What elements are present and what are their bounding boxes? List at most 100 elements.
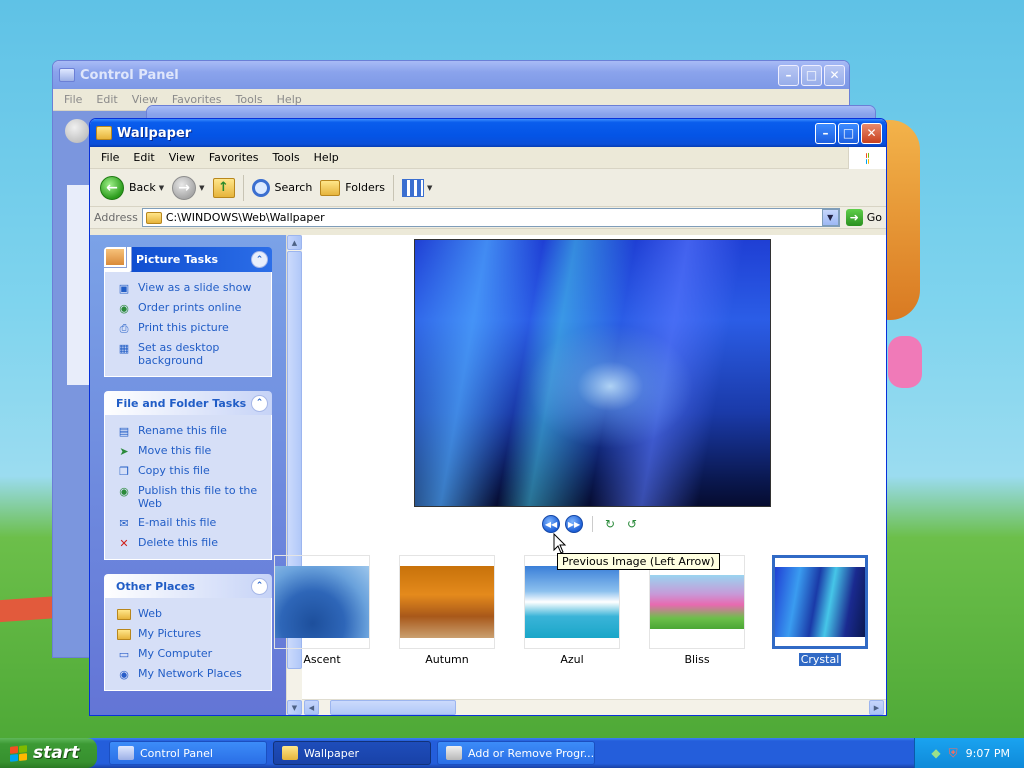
thumb-image [775,567,865,637]
task-order-prints[interactable]: ◉ Order prints online [116,298,271,318]
back-dropdown-icon[interactable]: ▼ [159,184,164,192]
thumbnail-autumn[interactable] [399,555,495,649]
folder-icon [282,746,298,760]
task-label: Print this picture [138,321,229,334]
place-my-network[interactable]: ◉ My Network Places [116,664,271,684]
place-label: Web [138,607,162,620]
menu-file[interactable]: File [94,149,126,166]
maximize-button[interactable]: □ [801,64,822,86]
task-publish[interactable]: ◉ Publish this file to the Web [116,481,271,513]
close-button[interactable]: ✕ [824,64,845,86]
windows-flag-icon [10,744,27,762]
delete-icon: ✕ [119,536,129,550]
close-button[interactable]: ✕ [861,122,882,144]
file-folder-tasks-panel: File and Folder Tasks ⌃ ▤ Rename this fil… [104,391,272,560]
minimize-button[interactable]: – [815,122,836,144]
folders-button[interactable]: Folders [316,173,389,203]
control-panel-icon [59,68,75,82]
task-move[interactable]: ➤ Move this file [116,441,271,461]
place-web[interactable]: Web [116,604,271,624]
control-panel-titlebar[interactable]: Control Panel – □ ✕ [53,61,849,89]
picture-tasks-list: ▣ View as a slide show ◉ Order prints onli… [104,272,272,377]
control-panel-pane [67,185,89,385]
task-delete[interactable]: ✕ Delete this file [116,533,271,553]
address-input[interactable]: C:\WINDOWS\Web\Wallpaper ▼ [141,208,840,227]
scroll-thumb[interactable] [330,700,456,715]
task-label: View as a slide show [138,281,252,294]
menu-view[interactable]: View [162,149,202,166]
other-places-list: Web My Pictures ▭ My Computer ◉ My Network… [104,598,272,691]
place-my-pictures[interactable]: My Pictures [116,624,271,644]
rotate-clockwise-icon[interactable]: ↻ [601,517,619,531]
menu-favorites[interactable]: Favorites [202,149,266,166]
network-tray-icon[interactable]: ◆ [931,746,940,760]
task-rename[interactable]: ▤ Rename this file [116,421,271,441]
search-button[interactable]: Search [248,173,317,203]
control-panel-back-icon[interactable] [65,119,89,143]
taskbar-control-panel[interactable]: Control Panel [109,741,267,765]
previous-image-icon[interactable]: ◀◀ [542,515,560,533]
search-icon [251,178,270,197]
thumb-image [400,566,494,638]
start-button[interactable]: start [0,738,97,768]
taskbar-wallpaper[interactable]: Wallpaper [273,741,431,765]
menu-file[interactable]: File [57,91,89,108]
rotate-counterclockwise-icon[interactable]: ↺ [623,517,641,531]
next-image-icon[interactable]: ▶▶ [565,515,583,533]
preview-controls: ◀◀ ▶▶ ↻ ↺ [542,515,641,533]
picture-tasks-panel: Picture Tasks ⌃ ▣ View as a slide show ◉ O… [104,247,272,377]
menu-edit[interactable]: Edit [126,149,161,166]
task-set-desktop-background[interactable]: ▦ Set as desktop background [116,338,271,370]
scroll-down-arrow-icon[interactable]: ▼ [287,700,302,715]
place-label: My Network Places [138,667,242,680]
file-folder-tasks-list: ▤ Rename this file ➤ Move this file ❐ Copy … [104,415,272,560]
add-remove-programs-icon [446,746,462,760]
thumbnail-crystal[interactable] [772,555,868,649]
task-label: Copy this file [138,464,210,477]
my-pictures-icon [116,627,132,641]
forward-dropdown-icon[interactable]: ▼ [199,184,204,192]
scroll-left-arrow-icon[interactable]: ◀ [304,700,319,715]
wallpaper-window[interactable]: Wallpaper – □ ✕ File Edit View Favorites… [89,118,887,716]
task-copy[interactable]: ❐ Copy this file [116,461,271,481]
thumbnail-label: Azul [560,653,584,666]
thumbnail-strip: Ascent Autumn Azul Bliss Crystal [274,551,886,695]
maximize-button[interactable]: □ [838,122,859,144]
address-dropdown-icon[interactable]: ▼ [821,209,839,226]
forward-button[interactable]: → ▼ [168,173,208,203]
task-slide-show[interactable]: ▣ View as a slide show [116,278,271,298]
go-button[interactable]: ➜ Go [845,209,882,226]
back-button[interactable]: ← Back ▼ [96,173,168,203]
task-print-picture[interactable]: ⎙ Print this picture [116,318,271,338]
place-my-computer[interactable]: ▭ My Computer [116,644,271,664]
collapse-chevron-icon[interactable]: ⌃ [251,577,268,595]
taskbar-add-remove-programs[interactable]: Add or Remove Progr... [437,741,595,765]
picture-tasks-header[interactable]: Picture Tasks ⌃ [104,247,272,273]
scroll-right-arrow-icon[interactable]: ▶ [869,700,884,715]
collapse-chevron-icon[interactable]: ⌃ [251,394,268,412]
menu-help[interactable]: Help [307,149,346,166]
preview-image[interactable] [414,239,771,507]
other-places-header[interactable]: Other Places ⌃ [104,574,272,598]
security-shield-icon[interactable]: ⛨ [949,746,958,761]
up-button[interactable]: ↑ [209,173,239,203]
collapse-chevron-icon[interactable]: ⌃ [251,251,268,268]
minimize-button[interactable]: – [778,64,799,86]
file-folder-tasks-header[interactable]: File and Folder Tasks ⌃ [104,391,272,415]
menu-tools[interactable]: Tools [266,149,307,166]
views-button[interactable]: ▼ [398,173,436,203]
scroll-up-arrow-icon[interactable]: ▲ [287,235,302,250]
thumbnail-ascent[interactable] [274,555,370,649]
views-dropdown-icon[interactable]: ▼ [427,184,432,192]
taskbar: start Control Panel Wallpaper Add or Rem… [0,738,1024,768]
desktop-icon: ▦ [118,341,130,355]
wallpaper-titlebar[interactable]: Wallpaper – □ ✕ [90,119,886,147]
clock[interactable]: 9:07 PM [966,747,1010,760]
address-bar: Address C:\WINDOWS\Web\Wallpaper ▼ ➜ Go [90,207,886,229]
address-path: C:\WINDOWS\Web\Wallpaper [165,211,325,224]
task-email[interactable]: ✉ E-mail this file [116,513,271,533]
windows-logo-icon [848,147,886,169]
thumbnail-scrollbar[interactable]: ◀ ▶ [302,699,886,715]
task-label: Wallpaper [304,746,360,760]
menu-edit[interactable]: Edit [89,91,124,108]
